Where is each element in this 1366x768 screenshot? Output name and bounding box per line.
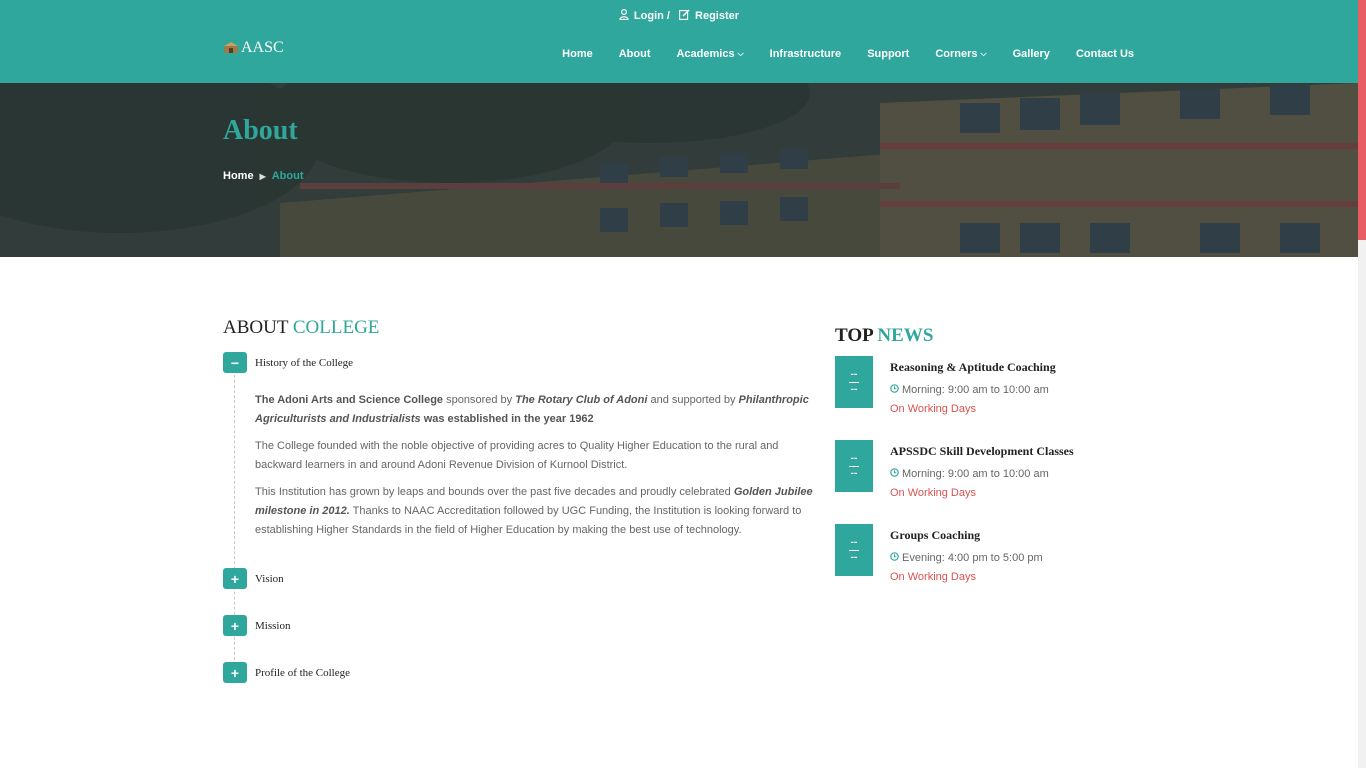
about-college-heading: ABOUT COLLEGE: [223, 317, 379, 339]
top-news-heading: TOP NEWS: [835, 325, 933, 347]
history-content: The Adoni Arts and Science College spons…: [255, 391, 827, 548]
news-date-badge: -- --: [835, 356, 873, 408]
accordion-toggle-profile[interactable]: +: [223, 662, 247, 683]
accordion-label-vision[interactable]: Vision: [255, 573, 284, 585]
text-span: This Institution has grown by leaps and …: [255, 486, 734, 498]
top-bar: Login / Register: [0, 8, 1358, 23]
nav-label: Academics: [676, 48, 735, 60]
college-emblem-icon: [224, 42, 238, 53]
news-headline[interactable]: Reasoning & Aptitude Coaching: [890, 360, 1056, 375]
heading-accent: COLLEGE: [292, 317, 380, 338]
nav-home[interactable]: Home: [562, 48, 593, 60]
news-time: Morning: 9:00 am to 10:00 am: [890, 384, 1049, 396]
nav-about[interactable]: About: [619, 48, 651, 60]
history-paragraph-1: The Adoni Arts and Science College spons…: [255, 391, 827, 429]
register-link[interactable]: Register: [679, 9, 739, 23]
breadcrumb: Home ▶ About: [223, 170, 303, 182]
clock-icon: [890, 468, 899, 480]
accordion-label-history[interactable]: History of the College: [255, 357, 353, 369]
edit-icon: [679, 9, 690, 23]
news-time-text: Morning: 9:00 am to 10:00 am: [902, 468, 1049, 480]
nav-infrastructure[interactable]: Infrastructure: [770, 48, 842, 60]
date-day: --: [850, 536, 858, 548]
accordion-toggle-mission[interactable]: +: [223, 615, 247, 636]
history-paragraph-2: The College founded with the noble objec…: [255, 440, 779, 471]
site-header: Login / Register AASC Home About Academi…: [0, 0, 1358, 83]
news-time: Morning: 9:00 am to 10:00 am: [890, 468, 1049, 480]
news-headline[interactable]: Groups Coaching: [890, 528, 980, 543]
breadcrumb-separator-icon: ▶: [259, 171, 266, 181]
news-time-text: Evening: 4:00 pm to 5:00 pm: [902, 552, 1043, 564]
nav-corners[interactable]: Corners ⌵: [935, 48, 986, 60]
date-divider: [849, 381, 859, 383]
page-banner: [0, 83, 1358, 257]
nav-label: Support: [867, 48, 910, 60]
main-nav: Home About Academics ⌵ Infrastructure Sup…: [536, 48, 1134, 60]
breadcrumb-home[interactable]: Home: [223, 170, 254, 182]
scrollbar-thumb[interactable]: [1358, 0, 1366, 240]
established-text: was established in the year 1962: [420, 413, 594, 425]
news-item[interactable]: -- -- Reasoning & Aptitude Coaching Morn…: [835, 356, 1135, 415]
date-divider: [849, 549, 859, 551]
college-name: The Adoni Arts and Science College: [255, 394, 444, 406]
nav-gallery[interactable]: Gallery: [1013, 48, 1050, 60]
heading-plain: TOP: [835, 325, 873, 346]
history-paragraph-3: This Institution has grown by leaps and …: [255, 483, 827, 540]
news-item[interactable]: -- -- APSSDC Skill Development Classes M…: [835, 440, 1135, 499]
heading-plain: ABOUT: [223, 317, 289, 338]
clock-icon: [890, 552, 899, 564]
campus-building-image: [0, 83, 1358, 257]
sponsor-name: The Rotary Club of Adoni: [515, 394, 648, 406]
date-divider: [849, 465, 859, 467]
news-date-badge: -- --: [835, 440, 873, 492]
news-days: On Working Days: [890, 403, 976, 415]
date-month: --: [850, 551, 858, 563]
news-days: On Working Days: [890, 487, 976, 499]
text-span: sponsored by: [443, 394, 516, 406]
register-label: Register: [695, 10, 740, 22]
news-days: On Working Days: [890, 571, 976, 583]
nav-label: Contact Us: [1075, 48, 1134, 60]
page-title: About: [223, 115, 298, 146]
nav-label: Gallery: [1012, 48, 1050, 60]
news-time: Evening: 4:00 pm to 5:00 pm: [890, 552, 1043, 564]
nav-label: Infrastructure: [769, 48, 842, 60]
site-logo[interactable]: AASC: [223, 39, 284, 57]
nav-label: Home: [562, 48, 593, 60]
nav-contact-us[interactable]: Contact Us: [1076, 48, 1134, 60]
date-day: --: [850, 368, 858, 380]
news-headline[interactable]: APSSDC Skill Development Classes: [890, 444, 1074, 459]
date-day: --: [850, 452, 858, 464]
news-date-badge: -- --: [835, 524, 873, 576]
accordion-toggle-history[interactable]: −: [223, 352, 247, 373]
date-month: --: [850, 467, 858, 479]
breadcrumb-current: About: [271, 170, 304, 182]
login-label: Login /: [633, 10, 670, 22]
text-span: and supported by: [647, 394, 739, 406]
heading-accent: NEWS: [877, 325, 934, 346]
nav-label: About: [618, 48, 651, 60]
logo-text: AASC: [241, 39, 284, 56]
page-scrollbar[interactable]: [1358, 0, 1366, 768]
chevron-down-icon: ⌵: [737, 49, 744, 58]
accordion-label-mission[interactable]: Mission: [255, 620, 290, 632]
clock-icon: [890, 384, 899, 396]
accordion-label-profile[interactable]: Profile of the College: [255, 667, 350, 679]
news-time-text: Morning: 9:00 am to 10:00 am: [902, 384, 1049, 396]
login-link[interactable]: Login /: [619, 8, 670, 23]
nav-academics[interactable]: Academics ⌵: [676, 48, 743, 60]
date-month: --: [850, 383, 858, 395]
chevron-down-icon: ⌵: [980, 49, 987, 58]
accordion-toggle-vision[interactable]: +: [223, 568, 247, 589]
nav-label: Corners: [935, 48, 978, 60]
news-item[interactable]: -- -- Groups Coaching Evening: 4:00 pm t…: [835, 524, 1135, 583]
user-icon: [619, 8, 629, 23]
nav-support[interactable]: Support: [867, 48, 909, 60]
